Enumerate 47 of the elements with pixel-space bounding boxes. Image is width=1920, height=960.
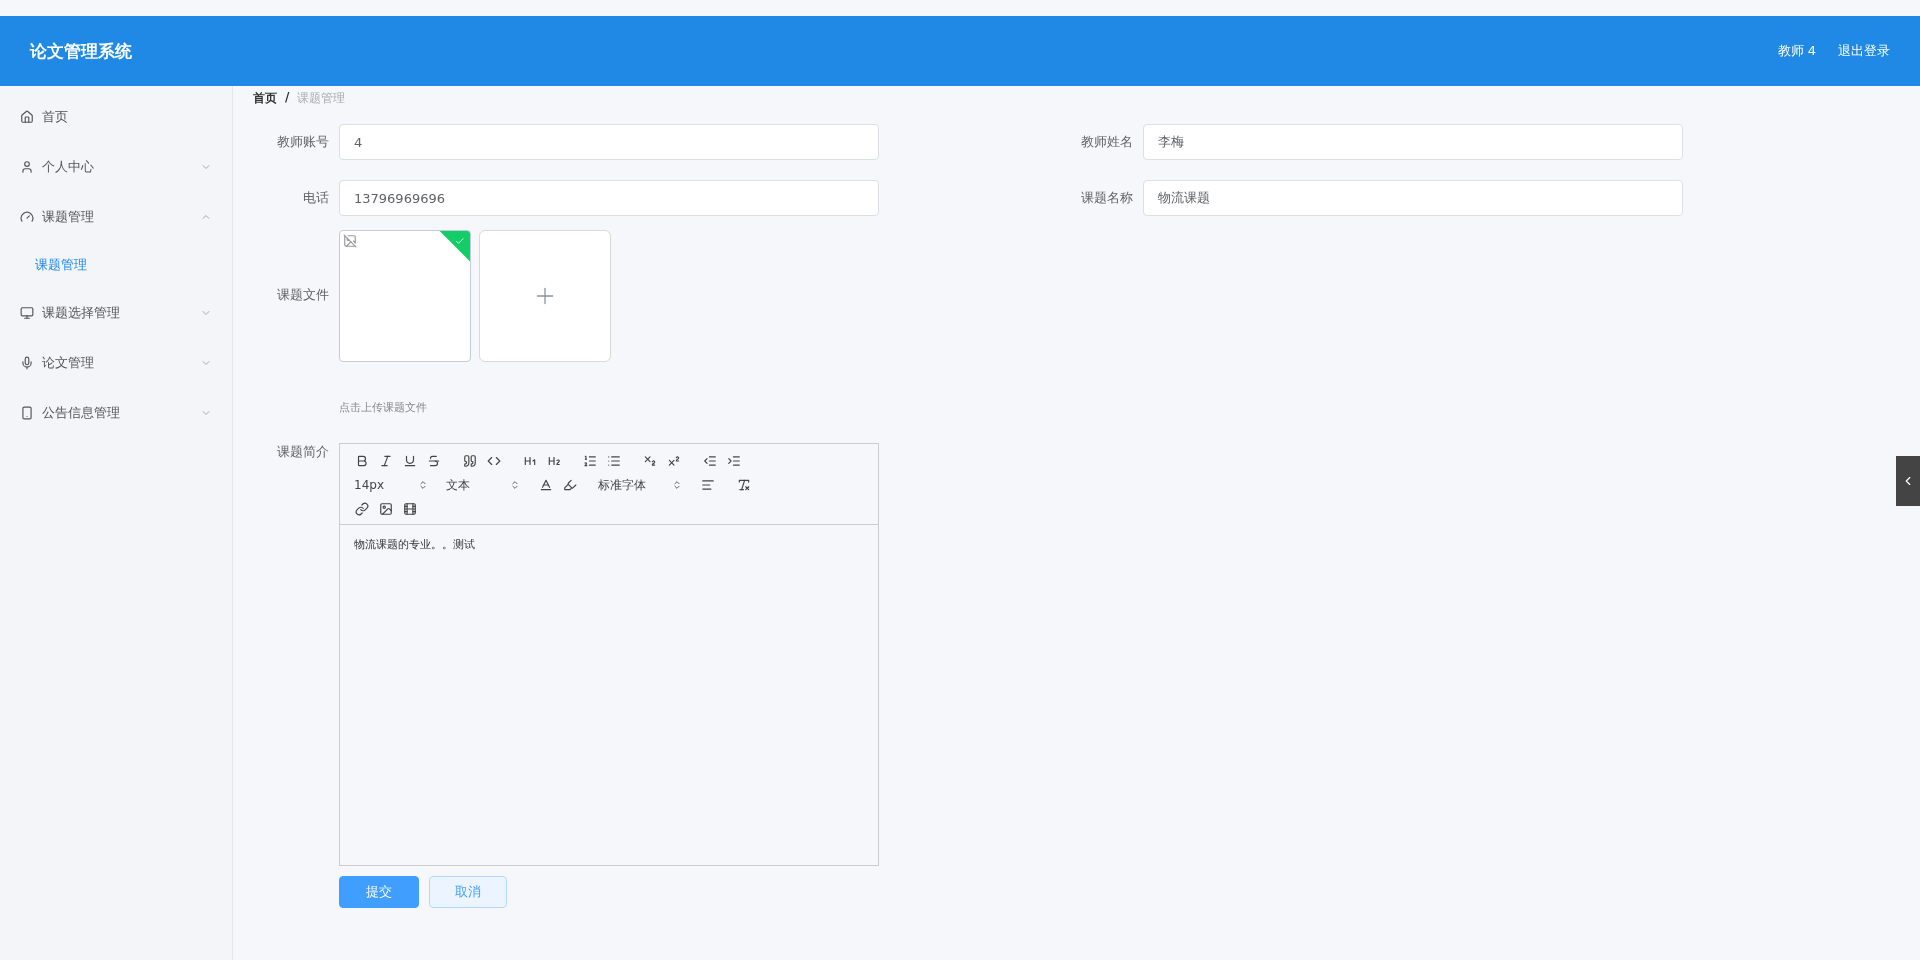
field-label: 课题简介 bbox=[276, 443, 329, 461]
font-select[interactable]: 标准字体 bbox=[594, 476, 682, 494]
home-icon bbox=[20, 110, 34, 124]
drawer-toggle[interactable] bbox=[1896, 456, 1920, 506]
sidebar-item[interactable]: 课题管理 bbox=[0, 192, 232, 242]
user-icon bbox=[20, 160, 34, 174]
input-field[interactable]: 4 bbox=[339, 124, 879, 160]
field-label: 教师姓名 bbox=[1080, 133, 1133, 151]
rich-text-editor[interactable]: 14px 文本 标准字体 物流课题的专业。。测试 bbox=[339, 443, 879, 866]
sidebar-item[interactable]: 公告信息管理 bbox=[0, 388, 232, 438]
dropdown-icon bbox=[418, 480, 428, 490]
sidebar-subitem[interactable]: 课题管理 bbox=[0, 242, 232, 288]
field-label: 电话 bbox=[302, 189, 329, 207]
monitor-icon bbox=[20, 306, 34, 320]
sidebar-label: 课题管理 bbox=[42, 208, 95, 226]
font-size-select[interactable]: 14px bbox=[350, 478, 428, 492]
field-label: 课题文件 bbox=[276, 286, 329, 304]
file-thumbnail[interactable] bbox=[339, 230, 471, 362]
editor-text[interactable]: 物流课题的专业。。测试 bbox=[340, 525, 878, 865]
breadcrumb-item: 课题管理 bbox=[297, 90, 346, 107]
sidebar-label: 个人中心 bbox=[42, 158, 95, 176]
input-field[interactable]: 13796969696 bbox=[339, 180, 879, 216]
sidebar-item[interactable]: 首页 bbox=[0, 92, 232, 142]
dropdown-icon bbox=[672, 480, 682, 490]
sidebar-label: 公告信息管理 bbox=[42, 404, 121, 422]
sidebar-label: 论文管理 bbox=[42, 354, 95, 372]
field-label: 教师账号 bbox=[276, 133, 329, 151]
user-name: 教师 4 bbox=[1777, 42, 1816, 60]
broken-image-icon bbox=[343, 234, 357, 248]
sidebar-item[interactable]: 论文管理 bbox=[0, 338, 232, 388]
breadcrumb-item[interactable]: 首页 bbox=[253, 90, 277, 120]
dropdown-icon bbox=[510, 480, 520, 490]
format-select[interactable]: 文本 bbox=[442, 476, 520, 494]
upload-hint: 点击上传课题文件 bbox=[339, 400, 428, 415]
sidebar-label: 课题选择管理 bbox=[42, 304, 121, 322]
phone-icon bbox=[20, 406, 34, 420]
sidebar-item[interactable]: 个人中心 bbox=[0, 142, 232, 192]
gauge-icon bbox=[20, 210, 34, 224]
input-field[interactable]: 李梅 bbox=[1143, 124, 1683, 160]
field-label: 课题名称 bbox=[1080, 189, 1133, 207]
microphone-icon bbox=[20, 356, 34, 370]
breadcrumb-separator: / bbox=[285, 90, 290, 106]
input-field[interactable]: 物流课题 bbox=[1143, 180, 1683, 216]
sidebar-label: 首页 bbox=[42, 108, 69, 126]
logout-link[interactable]: 退出登录 bbox=[1838, 42, 1890, 60]
sidebar-item[interactable]: 课题选择管理 bbox=[0, 288, 232, 338]
app-title: 论文管理系统 bbox=[30, 39, 133, 63]
